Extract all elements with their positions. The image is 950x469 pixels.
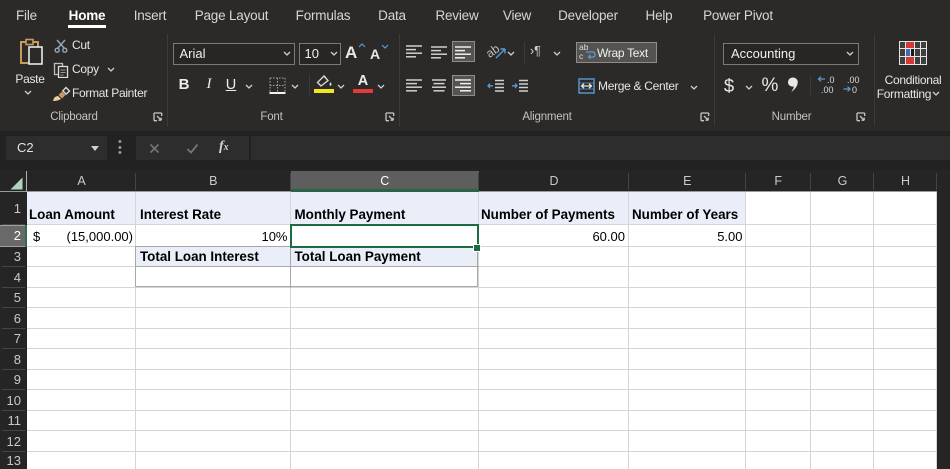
svg-text:.0: .0	[827, 75, 835, 85]
svg-text:.00: .00	[821, 85, 834, 95]
